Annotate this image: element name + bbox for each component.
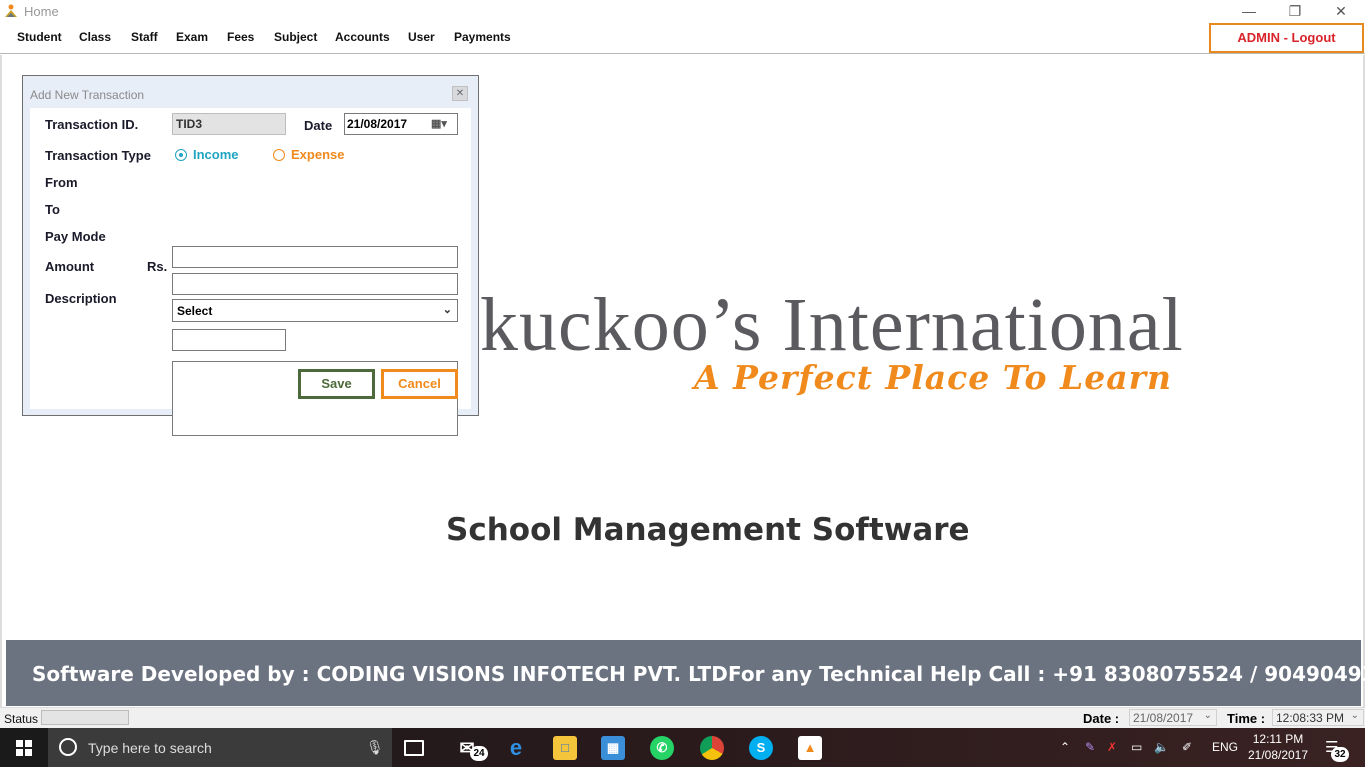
pay-mode-select[interactable]: Select ⌄ — [172, 299, 458, 322]
taskbar: Type here to search 🎙 ✉ 24 e □ ▦ ✆ S ▲ ⌃… — [0, 728, 1365, 767]
pen-icon[interactable]: ✎ — [1085, 740, 1095, 754]
windows-icon — [16, 740, 32, 756]
status-label: Status — [4, 712, 39, 726]
calculator-icon[interactable]: ▦ — [601, 736, 625, 760]
school-app-icon[interactable]: ▲ — [798, 736, 822, 760]
status-time-picker[interactable]: 12:08:33 PM ⌄ — [1272, 709, 1364, 726]
dialog-body: Transaction ID. TID3 Date 21/08/2017 ▦▾ … — [30, 108, 471, 436]
description-label: Description — [45, 291, 117, 306]
menu-exam[interactable]: Exam — [176, 30, 208, 44]
status-date-picker[interactable]: 21/08/2017 ⌄ — [1129, 709, 1217, 726]
status-progress — [41, 710, 129, 725]
date-picker[interactable]: 21/08/2017 ▦▾ — [344, 113, 458, 135]
date-value: 21/08/2017 — [347, 117, 408, 131]
expense-label: Expense — [291, 147, 345, 162]
minimize-icon: — — [1242, 3, 1256, 19]
menu-subject[interactable]: Subject — [274, 30, 317, 44]
logout-button[interactable]: ADMIN - Logout — [1209, 23, 1364, 53]
footer-band: Software Developed by : CODING VISIONS I… — [6, 640, 1365, 706]
cancel-button[interactable]: Cancel — [381, 369, 458, 399]
menu-staff[interactable]: Staff — [131, 30, 158, 44]
add-transaction-dialog: Add New Transaction ✕ Transaction ID. TI… — [22, 75, 479, 436]
transaction-type-label: Transaction Type — [45, 148, 151, 163]
restore-button[interactable]: ❐ — [1272, 0, 1318, 23]
dialog-close-button[interactable]: ✕ — [452, 86, 468, 101]
income-label: Income — [193, 147, 239, 162]
currency-label: Rs. — [147, 259, 168, 274]
task-view-icon[interactable] — [404, 740, 424, 756]
status-bar: Status Date : 21/08/2017 ⌄ Time : 12:08:… — [0, 707, 1365, 728]
from-label: From — [45, 175, 78, 190]
close-icon: ✕ — [1335, 3, 1347, 19]
amount-label: Amount — [45, 259, 95, 274]
brand-title: kuckoo’s International — [480, 283, 1184, 367]
file-explorer-icon[interactable]: □ — [553, 736, 577, 760]
notification-badge: 32 — [1331, 747, 1349, 762]
chrome-icon[interactable] — [700, 736, 724, 760]
brand-tagline: A Perfect Place To Learn — [694, 358, 1172, 397]
whatsapp-icon[interactable]: ✆ — [650, 736, 674, 760]
pay-mode-label: Pay Mode — [45, 229, 106, 244]
status-date-label: Date : — [1083, 711, 1120, 726]
window-titlebar: Home — ❐ ✕ — [0, 0, 1365, 23]
menu-accounts[interactable]: Accounts — [335, 30, 390, 44]
to-label: To — [45, 202, 60, 217]
footer-help: For any Technical Help Call : +91 830807… — [728, 662, 1365, 686]
chevron-down-icon: ⌄ — [1203, 710, 1212, 721]
taskbar-clock[interactable]: 12:11 PM 21/08/2017 — [1247, 731, 1309, 763]
clock-time: 12:11 PM — [1252, 732, 1304, 746]
edge-icon[interactable]: e — [504, 736, 528, 760]
transaction-id-label: Transaction ID. — [45, 117, 139, 132]
status-date-value: 21/08/2017 — [1133, 711, 1194, 725]
dialog-title: Add New Transaction — [30, 88, 145, 102]
save-button[interactable]: Save — [298, 369, 375, 399]
radio-unselected-icon — [273, 149, 285, 161]
app-logo-icon — [5, 4, 17, 17]
transaction-id-field[interactable]: TID3 — [172, 113, 286, 135]
network-icon[interactable]: ✗ — [1107, 740, 1117, 754]
microphone-icon: 🎙 — [366, 739, 384, 755]
amount-field[interactable] — [172, 329, 286, 351]
battery-icon[interactable]: ▭ — [1131, 740, 1142, 754]
taskbar-search[interactable]: Type here to search 🎙 — [48, 728, 392, 767]
menu-class[interactable]: Class — [79, 30, 111, 44]
date-label: Date — [304, 118, 333, 133]
volume-icon[interactable]: 🔈 — [1154, 740, 1169, 754]
skype-icon[interactable]: S — [749, 736, 773, 760]
chevron-down-icon: ⌄ — [1350, 710, 1359, 721]
calendar-icon: ▦▾ — [431, 118, 447, 130]
footer-developer: Software Developed by : CODING VISIONS I… — [32, 662, 736, 686]
status-time-label: Time : — [1227, 711, 1266, 726]
close-button[interactable]: ✕ — [1318, 0, 1364, 23]
clock-date: 21/08/2017 — [1247, 748, 1309, 762]
search-placeholder: Type here to search — [88, 740, 212, 756]
dialog-titlebar: Add New Transaction ✕ — [23, 76, 478, 106]
menu-payments[interactable]: Payments — [454, 30, 511, 44]
from-field[interactable] — [172, 246, 458, 268]
language-indicator[interactable]: ENG — [1212, 740, 1238, 754]
close-icon: ✕ — [455, 88, 465, 99]
pay-mode-value: Select — [177, 304, 213, 318]
status-time-value: 12:08:33 PM — [1276, 711, 1345, 725]
income-radio[interactable]: Income — [175, 147, 239, 162]
restore-icon: ❐ — [1288, 3, 1302, 19]
minimize-button[interactable]: — — [1226, 0, 1272, 23]
cortana-icon — [59, 738, 77, 756]
window-title: Home — [24, 4, 59, 19]
menu-fees[interactable]: Fees — [227, 30, 254, 44]
mail-badge: 24 — [470, 746, 488, 761]
to-field[interactable] — [172, 273, 458, 295]
software-name: School Management Software — [446, 512, 970, 548]
ink-workspace-icon[interactable]: ✐ — [1182, 740, 1192, 754]
start-button[interactable] — [0, 728, 48, 767]
chevron-down-icon: ⌄ — [442, 304, 452, 316]
expense-radio[interactable]: Expense — [273, 147, 344, 162]
radio-selected-icon — [175, 149, 187, 161]
menu-student[interactable]: Student — [17, 30, 62, 44]
menu-user[interactable]: User — [408, 30, 435, 44]
tray-expand-icon[interactable]: ⌃ — [1060, 740, 1070, 754]
menu-bar: Student Class Staff Exam Fees Subject Ac… — [0, 23, 1365, 54]
